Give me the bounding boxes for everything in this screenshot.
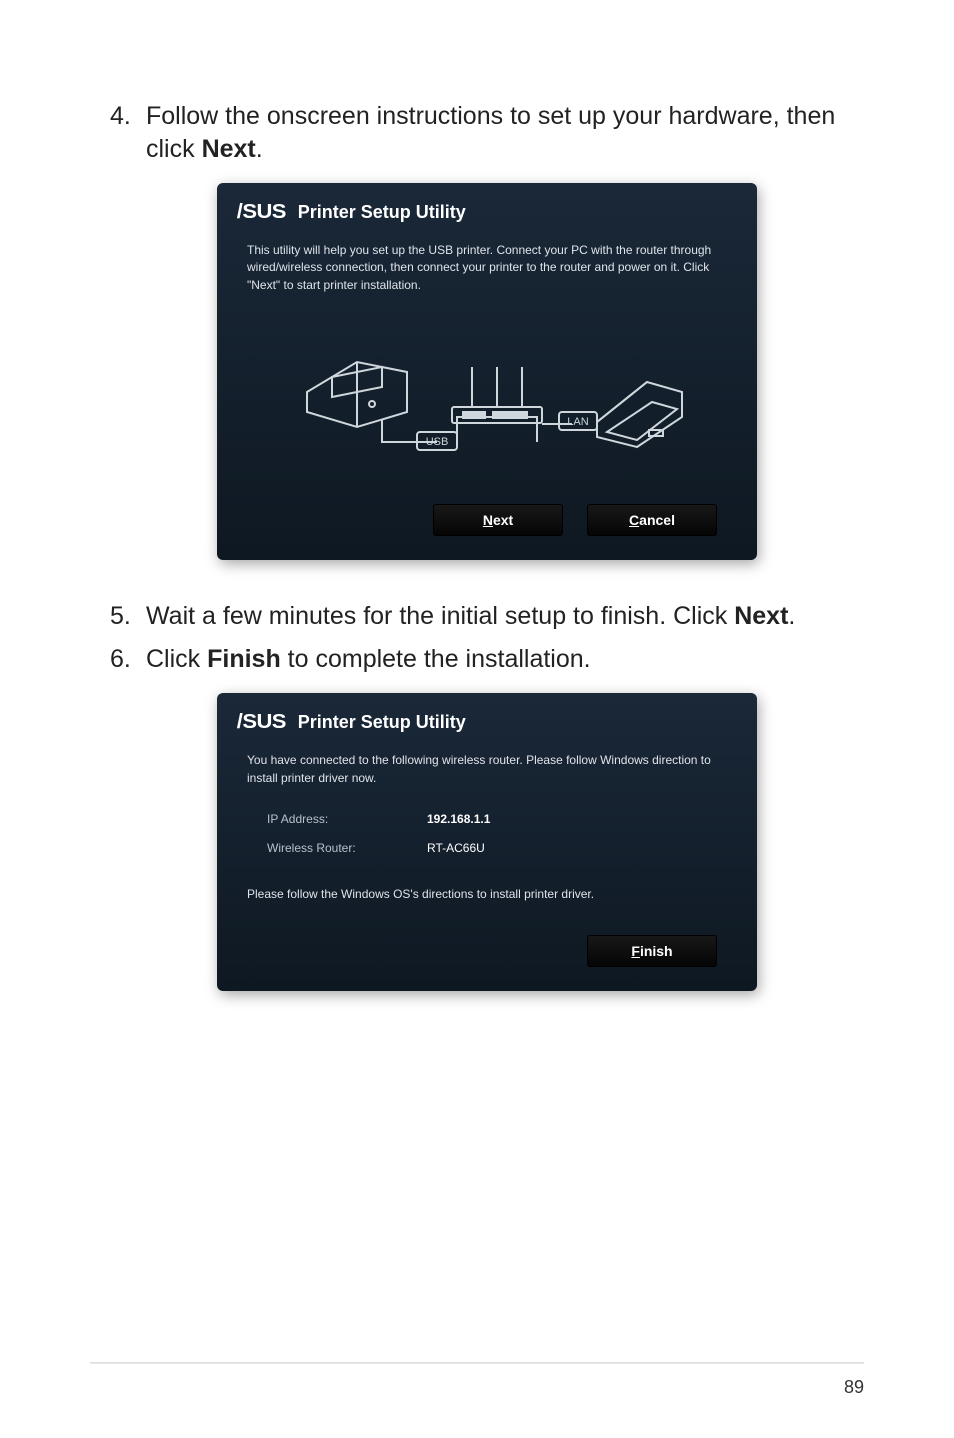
step-text-before: Click xyxy=(146,645,207,673)
dialog-message: This utility will help you set up the US… xyxy=(247,242,727,294)
step-number: 4. xyxy=(110,100,146,165)
dialog-footer: Finish xyxy=(217,921,757,973)
step-6: 6. Click Finish to complete the installa… xyxy=(110,643,864,676)
dialog-footer: Next Cancel xyxy=(217,490,757,542)
cancel-button[interactable]: Cancel xyxy=(587,504,717,536)
step-5: 5. Wait a few minutes for the initial se… xyxy=(110,600,864,633)
connection-diagram: USB xyxy=(247,294,727,482)
dialog-title: Printer Setup Utility xyxy=(298,712,466,733)
step-text-bold: Finish xyxy=(207,645,281,673)
step-text: Click Finish to complete the installatio… xyxy=(146,643,591,676)
finish-underline: F xyxy=(631,943,640,959)
step-number: 5. xyxy=(110,600,146,633)
printer-setup-dialog-1: /SUS Printer Setup Utility This utility … xyxy=(217,183,757,560)
dialog-header: /SUS Printer Setup Utility xyxy=(217,711,757,744)
printer-setup-dialog-2: /SUS Printer Setup Utility You have conn… xyxy=(217,693,757,991)
step-text-after: to complete the installation. xyxy=(281,645,591,673)
next-underline: N xyxy=(483,512,493,528)
asus-logo: /SUS xyxy=(237,711,286,734)
ip-address-label: IP Address: xyxy=(267,811,427,828)
next-rest: ext xyxy=(493,512,513,528)
diagram-svg: USB xyxy=(287,312,687,462)
step-text-bold: Next xyxy=(202,135,256,163)
step-text-after: . xyxy=(788,602,795,630)
dialog-1-wrapper: /SUS Printer Setup Utility This utility … xyxy=(110,183,864,560)
step-text-bold: Next xyxy=(734,602,788,630)
cancel-rest: ancel xyxy=(639,512,675,528)
step-4: 4. Follow the onscreen instructions to s… xyxy=(110,100,864,165)
wireless-router-row: Wireless Router: RT-AC66U xyxy=(247,834,727,863)
dialog-note: Please follow the Windows OS's direction… xyxy=(247,886,727,903)
ip-address-row: IP Address: 192.168.1.1 xyxy=(247,805,727,834)
footer-rule xyxy=(90,1362,864,1364)
step-text-before: Wait a few minutes for the initial setup… xyxy=(146,602,734,630)
dialog-body: This utility will help you set up the US… xyxy=(217,234,757,490)
lan-label: LAN xyxy=(567,416,588,428)
wireless-router-label: Wireless Router: xyxy=(267,840,427,857)
page-number: 89 xyxy=(844,1377,864,1398)
dialog-2-wrapper: /SUS Printer Setup Utility You have conn… xyxy=(110,693,864,991)
ip-address-value: 192.168.1.1 xyxy=(427,811,490,828)
dialog-header: /SUS Printer Setup Utility xyxy=(217,201,757,234)
dialog-title: Printer Setup Utility xyxy=(298,202,466,223)
dialog-body: You have connected to the following wire… xyxy=(217,744,757,921)
step-text: Follow the onscreen instructions to set … xyxy=(146,100,864,165)
next-button[interactable]: Next xyxy=(433,504,563,536)
finish-rest: inish xyxy=(640,943,673,959)
step-text: Wait a few minutes for the initial setup… xyxy=(146,600,795,633)
step-number: 6. xyxy=(110,643,146,676)
usb-label: USB xyxy=(426,436,449,448)
wireless-router-value: RT-AC66U xyxy=(427,840,485,857)
dialog-message: You have connected to the following wire… xyxy=(247,752,727,787)
finish-button[interactable]: Finish xyxy=(587,935,717,967)
cancel-underline: C xyxy=(629,512,639,528)
asus-logo: /SUS xyxy=(237,201,286,224)
step-text-after: . xyxy=(256,135,263,163)
